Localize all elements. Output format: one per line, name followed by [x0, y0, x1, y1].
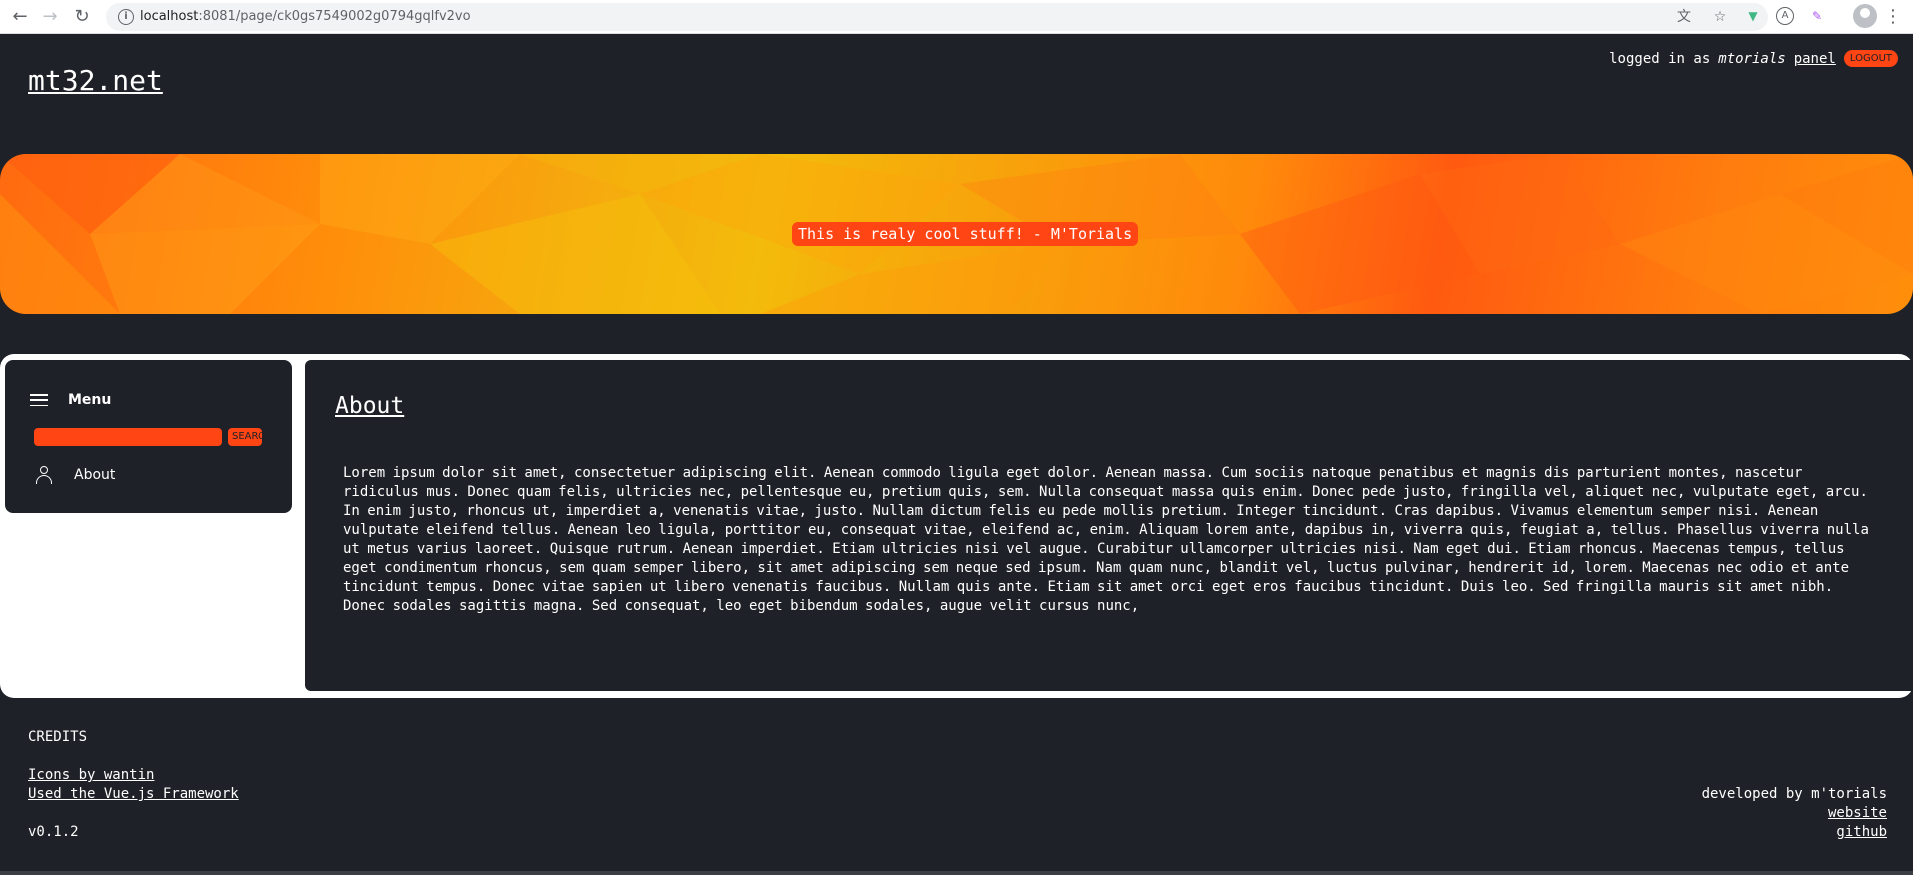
- menu-label: Menu: [68, 392, 112, 408]
- vue-devtools-icon[interactable]: ▼: [1744, 7, 1762, 25]
- profile-avatar-icon[interactable]: [1853, 4, 1877, 28]
- forward-arrow-icon[interactable]: →: [38, 5, 62, 29]
- developed-by-label: developed by m'torials: [1701, 786, 1887, 802]
- website-link[interactable]: website: [1828, 805, 1887, 821]
- vue-credit-link[interactable]: Used the Vue.js Framework: [28, 786, 239, 802]
- url-host: localhost: [140, 9, 199, 24]
- address-bar[interactable]: i localhost:8081/page/ck0gs7549002g0794g…: [106, 3, 1768, 31]
- menu-toggle[interactable]: Menu: [30, 392, 111, 408]
- sidebar-item-about[interactable]: About: [36, 466, 116, 484]
- github-link[interactable]: github: [1836, 824, 1887, 840]
- reload-icon[interactable]: ↻: [70, 5, 94, 29]
- bookmark-star-icon[interactable]: ☆: [1710, 8, 1730, 26]
- back-arrow-icon[interactable]: ←: [8, 5, 32, 29]
- search-input[interactable]: [34, 428, 222, 446]
- extension-brush-icon[interactable]: ✎: [1808, 7, 1826, 25]
- extension-a-icon[interactable]: A: [1776, 7, 1794, 25]
- info-icon[interactable]: i: [118, 9, 134, 25]
- panel-link[interactable]: panel: [1794, 51, 1836, 67]
- browser-toolbar: ← → ↻ i localhost:8081/page/ck0gs7549002…: [0, 0, 1913, 34]
- translate-icon[interactable]: 文: [1674, 8, 1694, 26]
- site-title[interactable]: mt32.net: [28, 64, 163, 97]
- page-body-text: Lorem ipsum dolor sit amet, consectetuer…: [343, 465, 1869, 614]
- credits-heading: CREDITS: [28, 729, 88, 745]
- username: mtorials: [1718, 50, 1786, 67]
- user-icon: [36, 466, 52, 484]
- hamburger-icon: [30, 394, 48, 406]
- search-button[interactable]: SEARCH: [228, 428, 262, 446]
- page-title[interactable]: About: [335, 393, 404, 419]
- icons-credit-link[interactable]: Icons by wantin: [28, 767, 154, 783]
- user-bar: logged in as mtorials panel LOGOUT: [1609, 50, 1898, 67]
- logout-button[interactable]: LOGOUT: [1843, 50, 1898, 67]
- logged-in-label: logged in as: [1609, 50, 1711, 67]
- url-path: :8081/page/ck0gs7549002g0794gqlfv2vo: [198, 9, 471, 24]
- browser-menu-icon[interactable]: ⋮: [1883, 5, 1903, 29]
- url-text[interactable]: localhost:8081/page/ck0gs7549002g0794gql…: [140, 9, 471, 24]
- window-bottom-edge: [0, 871, 1913, 875]
- sidebar-item-label: About: [74, 466, 116, 483]
- banner-quote: This is realy cool stuff! - M'Torials: [792, 222, 1139, 246]
- version-label: v0.1.2: [28, 824, 79, 840]
